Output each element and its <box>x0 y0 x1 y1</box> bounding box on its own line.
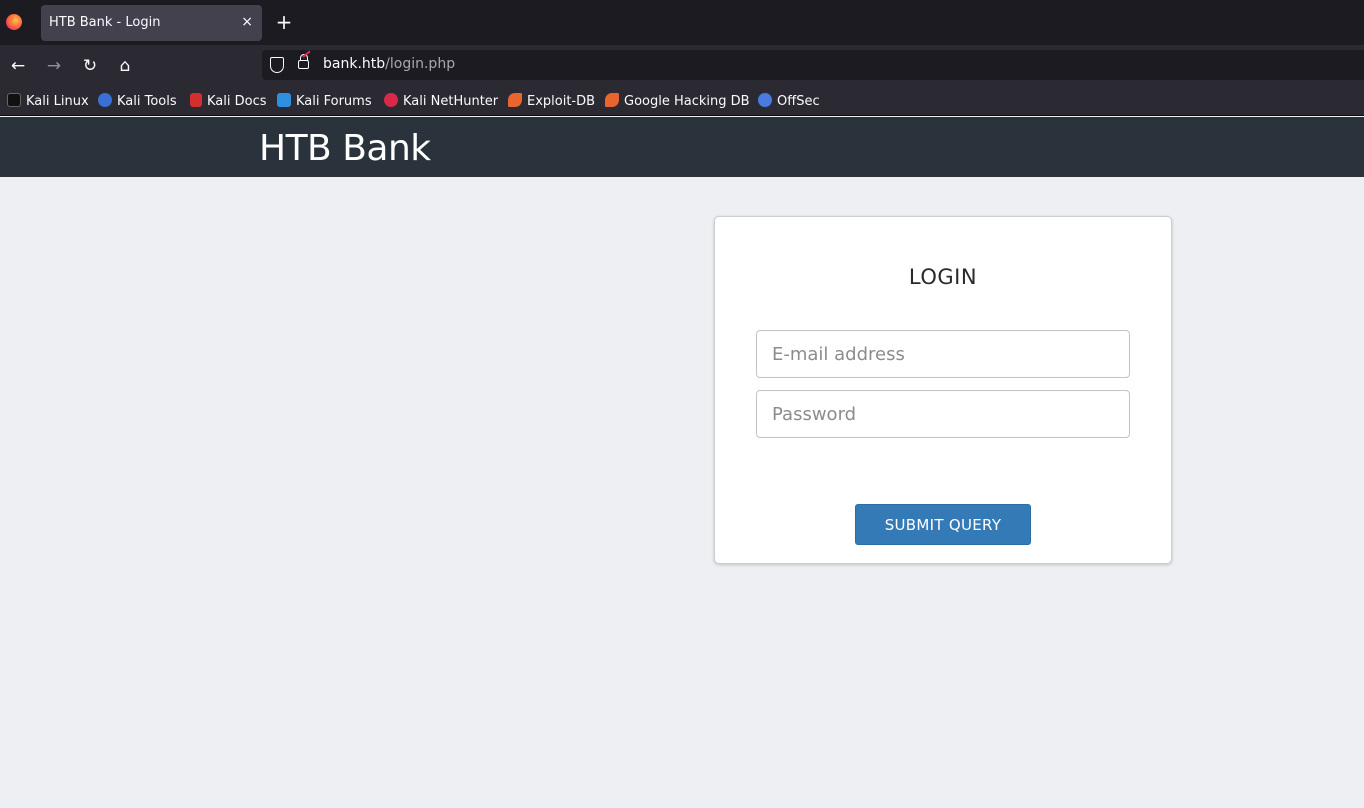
nethunter-icon <box>384 93 398 107</box>
site-header: HTB Bank <box>0 117 1364 177</box>
url-domain: bank.htb <box>323 56 386 72</box>
login-card: LOGIN SUBMIT QUERY <box>714 216 1172 564</box>
reload-button[interactable]: ↻ <box>78 54 102 78</box>
email-field[interactable] <box>756 330 1130 378</box>
kali-tools-icon <box>98 93 112 107</box>
bookmark-label: OffSec <box>777 94 820 109</box>
bookmarks-toolbar: Kali Linux Kali Tools Kali Docs Kali For… <box>0 86 1364 116</box>
bookmark-offsec[interactable]: OffSec <box>758 93 820 109</box>
home-button[interactable]: ⌂ <box>113 54 137 78</box>
bookmark-label: Exploit-DB <box>527 94 596 109</box>
url-bar[interactable]: bank.htb/login.php <box>262 50 1364 80</box>
offsec-icon <box>758 93 772 107</box>
kali-forums-icon <box>277 93 291 107</box>
bookmark-label: Kali NetHunter <box>403 94 499 109</box>
password-field[interactable] <box>756 390 1130 438</box>
bookmark-label: Kali Tools <box>117 94 177 109</box>
bookmark-label: Kali Docs <box>207 94 267 109</box>
insecure-lock-icon[interactable] <box>298 54 309 69</box>
kali-docs-icon <box>190 93 202 107</box>
browser-tab-bar: HTB Bank - Login × + <box>0 0 1364 45</box>
bookmark-label: Google Hacking DB <box>624 94 750 109</box>
back-button[interactable]: ← <box>6 54 30 78</box>
ghdb-icon <box>605 93 619 107</box>
bookmark-label: Kali Forums <box>296 94 372 109</box>
submit-button[interactable]: SUBMIT QUERY <box>855 504 1031 545</box>
exploit-db-icon <box>508 93 522 107</box>
close-icon[interactable]: × <box>241 13 253 31</box>
url-text[interactable]: bank.htb/login.php <box>323 56 455 72</box>
bookmark-kali-docs[interactable]: Kali Docs <box>190 93 267 109</box>
bookmark-kali-forums[interactable]: Kali Forums <box>277 93 372 109</box>
bookmark-exploit-db[interactable]: Exploit-DB <box>508 93 595 109</box>
browser-tab-active[interactable]: HTB Bank - Login × <box>41 5 262 41</box>
bookmark-kali-nethunter[interactable]: Kali NetHunter <box>384 93 498 109</box>
site-title: HTB Bank <box>259 128 431 169</box>
bookmark-google-hacking-db[interactable]: Google Hacking DB <box>605 93 750 109</box>
bookmark-kali-tools[interactable]: Kali Tools <box>98 93 177 109</box>
tab-title: HTB Bank - Login <box>49 15 161 30</box>
bookmark-label: Kali Linux <box>26 94 89 109</box>
bookmark-kali-linux[interactable]: Kali Linux <box>7 93 89 109</box>
new-tab-button[interactable]: + <box>274 11 294 33</box>
login-heading: LOGIN <box>908 265 978 289</box>
browser-nav-bar: ← → ↻ ⌂ bank.htb/login.php <box>0 45 1364 86</box>
kali-dragon-icon <box>7 93 21 107</box>
forward-button[interactable]: → <box>42 54 66 78</box>
firefox-icon[interactable] <box>6 14 22 30</box>
tracking-protection-shield-icon[interactable] <box>270 57 284 73</box>
url-path: /login.php <box>385 56 456 72</box>
